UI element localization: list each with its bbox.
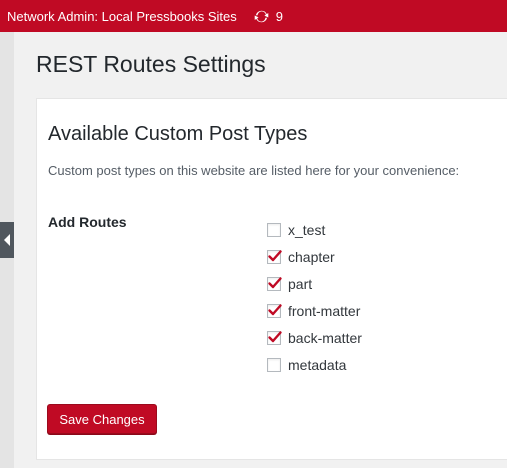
route-checkbox[interactable]: [267, 249, 282, 264]
checkmark-icon: [268, 303, 282, 315]
settings-card: Available Custom Post Types Custom post …: [36, 98, 507, 460]
route-checkbox[interactable]: [267, 357, 281, 372]
section-description: Custom post types on this website are li…: [48, 163, 460, 178]
route-option-front-matter[interactable]: front-matter: [267, 297, 362, 324]
updates-link[interactable]: 9: [253, 8, 283, 25]
updates-count: 9: [275, 8, 284, 24]
route-label: back-matter: [288, 329, 362, 346]
save-changes-button[interactable]: Save Changes: [47, 404, 157, 434]
collapse-menu-button[interactable]: [0, 222, 14, 258]
section-title: Available Custom Post Types: [48, 123, 308, 145]
route-label: x_test: [288, 221, 326, 238]
checkmark-icon: [268, 330, 282, 342]
route-checkbox[interactable]: [267, 330, 282, 345]
add-routes-label: Add Routes: [48, 214, 127, 230]
chevron-left-icon: [4, 234, 10, 246]
route-checkbox[interactable]: [267, 303, 282, 318]
route-label: front-matter: [288, 302, 361, 319]
route-label: metadata: [288, 356, 347, 373]
page-title: REST Routes Settings: [36, 51, 266, 77]
checkmark-icon: [268, 249, 282, 261]
admin-bar: Network Admin: Local Pressbooks Sites 9: [0, 0, 507, 32]
route-option-metadata[interactable]: metadata: [267, 351, 362, 378]
route-checkbox-list: x_test chapter part front-matter back-ma…: [267, 216, 362, 378]
network-admin-link[interactable]: Network Admin: Local Pressbooks Sites: [7, 9, 237, 24]
route-label: part: [288, 275, 313, 292]
route-option-part[interactable]: part: [267, 270, 362, 297]
route-checkbox[interactable]: [267, 222, 281, 237]
route-option-chapter[interactable]: chapter: [267, 243, 362, 270]
checkmark-icon: [268, 276, 282, 288]
route-option-x-test[interactable]: x_test: [267, 216, 362, 243]
route-label: chapter: [288, 248, 335, 265]
route-checkbox[interactable]: [267, 276, 282, 291]
route-option-back-matter[interactable]: back-matter: [267, 324, 362, 351]
refresh-icon: [254, 10, 269, 22]
